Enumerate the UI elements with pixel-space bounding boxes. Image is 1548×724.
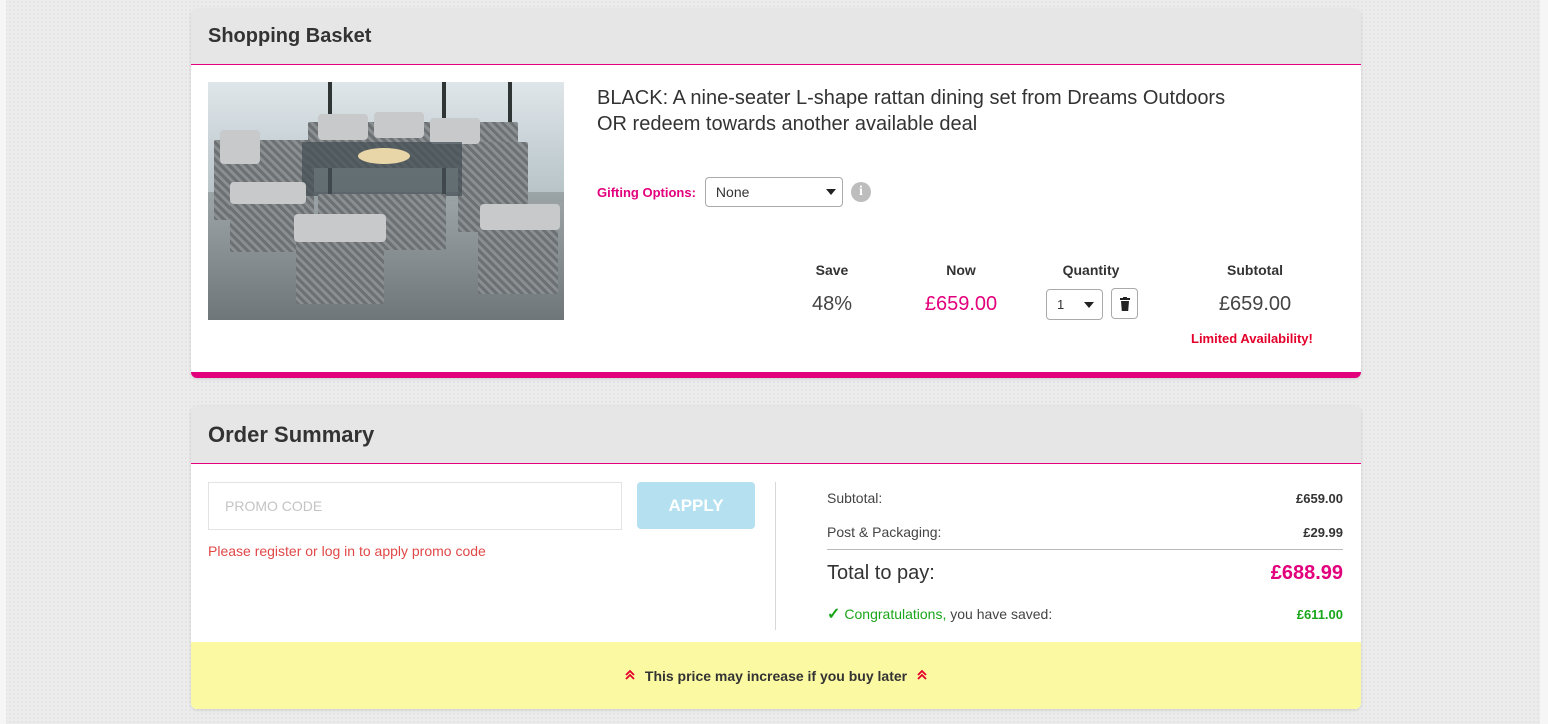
- order-summary-panel: Order Summary APPLY Please register or l…: [191, 406, 1361, 709]
- subtotal-column-header: Subtotal: [1227, 262, 1283, 278]
- postage-value: £29.99: [1303, 525, 1343, 540]
- shopping-basket-panel: Shopping Basket BLACK: A nine-seater L-s…: [191, 9, 1361, 378]
- double-chevron-up-icon: [625, 669, 635, 683]
- shopping-basket-heading: Shopping Basket: [191, 9, 1361, 65]
- gifting-options-label: Gifting Options:: [597, 184, 696, 200]
- info-icon[interactable]: i: [850, 182, 871, 202]
- apply-promo-button[interactable]: APPLY: [637, 482, 755, 529]
- checkmark-icon: ✓: [827, 606, 841, 623]
- remove-item-button[interactable]: [1111, 288, 1138, 319]
- double-chevron-up-icon: [917, 669, 927, 683]
- trash-icon: [1119, 296, 1130, 311]
- limited-availability-notice: Limited Availability!: [1191, 331, 1313, 346]
- product-title-line-1: BLACK: A nine-seater L-shape rattan dini…: [597, 87, 1226, 109]
- postage-label: Post & Packaging:: [827, 524, 942, 540]
- page-gutter-right: [1540, 0, 1548, 724]
- gifting-options-select[interactable]: None: [704, 177, 843, 207]
- caret-down-icon: [1084, 301, 1094, 308]
- gifting-options-row: Gifting Options: None i: [597, 177, 871, 207]
- postage-row: Post & Packaging: £29.99: [827, 524, 1343, 540]
- product-image[interactable]: [208, 82, 564, 320]
- quantity-value: 1: [1057, 297, 1065, 312]
- product-title[interactable]: BLACK: A nine-seater L-shape rattan dini…: [597, 85, 1337, 137]
- price-increase-warning: This price may increase if you buy later: [191, 642, 1361, 709]
- total-label: Total to pay:: [827, 562, 935, 584]
- saved-text: you have saved:: [946, 606, 1053, 622]
- subtotal-label: Subtotal:: [827, 490, 883, 506]
- subtotal-value: £659.00: [1296, 491, 1343, 506]
- saved-value: £611.00: [1296, 607, 1343, 622]
- quantity-select[interactable]: 1: [1046, 289, 1103, 320]
- promo-code-input[interactable]: [208, 482, 622, 530]
- save-percentage: 48%: [811, 293, 853, 315]
- price-warning-text: This price may increase if you buy later: [644, 667, 908, 684]
- summary-divider: [775, 482, 776, 630]
- save-column-header: Save: [815, 262, 849, 278]
- total-row: Total to pay: £688.99: [827, 562, 1343, 585]
- savings-row: ✓ Congratulations, you have saved: £611.0…: [827, 604, 1343, 624]
- now-column-header: Now: [946, 262, 976, 278]
- subtotal-row: Subtotal: £659.00: [827, 490, 1343, 506]
- congratulations-text: Congratulations,: [844, 606, 947, 622]
- now-price: £659.00: [924, 293, 998, 315]
- promo-login-message: Please register or log in to apply promo…: [208, 543, 486, 559]
- caret-down-icon: [825, 189, 836, 195]
- total-value: £688.99: [1270, 562, 1343, 584]
- quantity-column-header: Quantity: [1062, 262, 1120, 278]
- order-summary-heading: Order Summary: [191, 406, 1361, 464]
- page-gutter-left: [0, 0, 6, 724]
- product-title-line-2: OR redeem towards another available deal: [597, 113, 978, 135]
- summary-separator: [827, 549, 1343, 550]
- gifting-options-selected: None: [715, 184, 750, 200]
- item-subtotal: £659.00: [1218, 293, 1292, 315]
